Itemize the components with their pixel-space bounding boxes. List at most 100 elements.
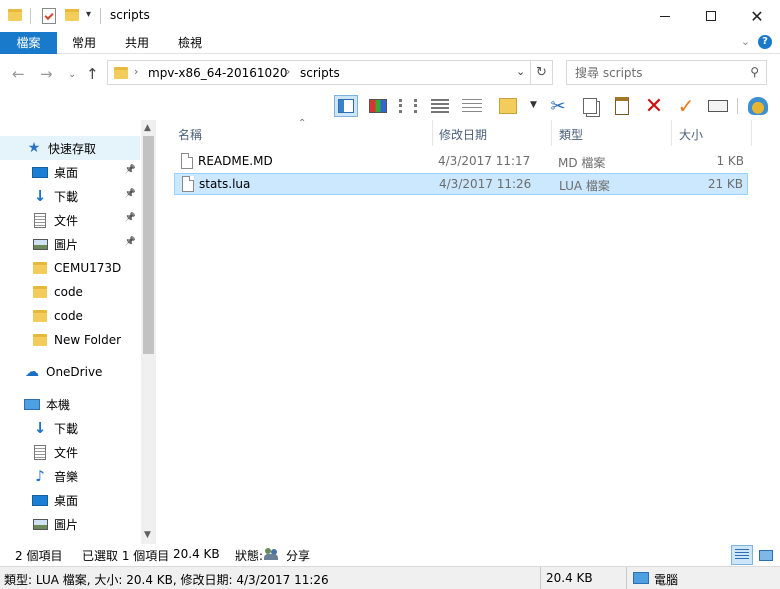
chevron-right-icon[interactable]: › bbox=[286, 65, 290, 78]
expand-ribbon-icon[interactable]: ⌄ bbox=[741, 35, 750, 48]
scrollbar-thumb[interactable] bbox=[143, 136, 154, 354]
paste-icon bbox=[615, 97, 629, 115]
folder-icon bbox=[32, 332, 48, 348]
nav-scrollbar[interactable]: ▲ ▼ bbox=[141, 120, 156, 544]
nav-item[interactable]: code bbox=[0, 304, 140, 328]
nav-item[interactable]: ↓ 下載 bbox=[0, 416, 140, 440]
details-view-toggle[interactable] bbox=[731, 545, 753, 565]
shell-button[interactable] bbox=[746, 95, 770, 117]
maximize-button[interactable] bbox=[688, 0, 734, 32]
cloud-icon: ☁ bbox=[25, 364, 39, 380]
large-icons-toggle[interactable] bbox=[755, 545, 777, 565]
large-icons-icon bbox=[759, 549, 773, 561]
nav-item[interactable]: 文件 📌 bbox=[0, 208, 140, 232]
nav-item[interactable]: 圖片 📌 bbox=[0, 232, 140, 256]
column-header-name[interactable]: 名稱 bbox=[178, 126, 202, 144]
up-arrow-icon[interactable]: ↑ bbox=[86, 65, 99, 83]
tab-share[interactable]: 共用 bbox=[110, 32, 164, 54]
properties-icon[interactable] bbox=[42, 8, 56, 24]
pin-icon[interactable]: 📌 bbox=[125, 165, 136, 175]
search-icon[interactable]: ⚲ bbox=[750, 65, 759, 79]
cut-button[interactable]: ✂ bbox=[546, 95, 570, 117]
forward-arrow-icon[interactable]: → bbox=[40, 65, 53, 83]
recent-locations-icon[interactable]: ⌄ bbox=[68, 69, 76, 80]
new-folder-icon[interactable] bbox=[65, 9, 79, 21]
nav-label: 桌面 bbox=[54, 493, 79, 508]
window-title: scripts bbox=[110, 8, 150, 22]
nav-item[interactable]: New Folder bbox=[0, 328, 140, 352]
nav-label: 圖片 bbox=[54, 237, 79, 252]
divider bbox=[737, 98, 738, 114]
nav-item[interactable]: ↓ 下載 📌 bbox=[0, 184, 140, 208]
nav-item[interactable]: CEMU173D bbox=[0, 256, 140, 280]
nav-label: OneDrive bbox=[46, 365, 103, 379]
nav-onedrive[interactable]: ☁ OneDrive bbox=[0, 360, 140, 384]
refresh-button[interactable]: ↻ bbox=[531, 60, 553, 85]
column-separator[interactable] bbox=[671, 120, 672, 146]
tiles-icon bbox=[399, 99, 417, 113]
title-bar: ▾ scripts ✕ bbox=[0, 0, 780, 32]
tab-view[interactable]: 檢視 bbox=[163, 32, 217, 54]
close-button[interactable]: ✕ bbox=[734, 0, 780, 32]
folder-options-icon bbox=[499, 98, 517, 114]
nav-item[interactable]: 桌面 📌 bbox=[0, 160, 140, 184]
customize-quick-access-icon[interactable]: ▾ bbox=[86, 9, 91, 20]
document-icon bbox=[32, 444, 48, 460]
chevron-down-icon[interactable]: ⌄ bbox=[516, 65, 525, 78]
pin-icon[interactable]: 📌 bbox=[125, 237, 136, 247]
selected-size: 20.4 KB bbox=[173, 547, 220, 561]
properties-button[interactable]: ✓ bbox=[674, 94, 698, 118]
file-row[interactable]: README.MD 4/3/2017 11:17 MD 檔案 1 KB bbox=[174, 151, 748, 173]
scissors-icon: ✂ bbox=[550, 95, 566, 117]
breadcrumb-segment[interactable]: scripts bbox=[300, 66, 340, 80]
file-modified: 4/3/2017 11:17 bbox=[438, 154, 531, 168]
minimize-button[interactable] bbox=[642, 0, 688, 32]
search-input[interactable] bbox=[567, 61, 737, 84]
nav-quick-access[interactable]: ★ 快速存取 bbox=[0, 136, 140, 160]
nav-item[interactable]: 圖片 bbox=[0, 512, 140, 536]
rename-button[interactable] bbox=[706, 95, 730, 117]
nav-item[interactable]: 桌面 bbox=[0, 488, 140, 512]
file-name: README.MD bbox=[198, 154, 273, 168]
breadcrumb-segment[interactable]: mpv-x86_64-20161020 bbox=[148, 66, 287, 80]
preview-pane-button[interactable] bbox=[334, 95, 358, 117]
pin-icon[interactable]: 📌 bbox=[125, 189, 136, 199]
column-separator[interactable] bbox=[551, 120, 552, 146]
copy-button[interactable] bbox=[578, 95, 602, 117]
dropdown-arrow-icon[interactable]: ▼ bbox=[530, 100, 537, 110]
details-view-button[interactable] bbox=[460, 95, 484, 117]
address-bar[interactable]: › mpv-x86_64-20161020 › scripts ⌄ bbox=[107, 60, 531, 85]
back-arrow-icon[interactable]: ← bbox=[12, 65, 25, 83]
help-icon[interactable]: ? bbox=[758, 35, 772, 49]
thumbnails-button[interactable] bbox=[366, 95, 390, 117]
column-separator[interactable] bbox=[432, 120, 433, 146]
tab-file[interactable]: 檔案 bbox=[0, 32, 57, 54]
scroll-down-icon[interactable]: ▼ bbox=[144, 530, 151, 540]
nav-label: 下載 bbox=[54, 189, 79, 204]
column-header-type[interactable]: 類型 bbox=[559, 126, 583, 144]
item-count: 2 個項目 bbox=[15, 549, 63, 563]
chevron-right-icon[interactable]: › bbox=[134, 65, 138, 78]
folder-icon bbox=[32, 284, 48, 300]
column-header-size[interactable]: 大小 bbox=[679, 126, 703, 144]
search-box[interactable]: ⚲ bbox=[566, 60, 767, 85]
maximize-icon bbox=[706, 11, 716, 21]
paste-button[interactable] bbox=[610, 95, 634, 117]
pin-icon[interactable]: 📌 bbox=[125, 213, 136, 223]
nav-item[interactable]: ♪ 音樂 bbox=[0, 464, 140, 488]
share-status: 分享 bbox=[286, 549, 311, 563]
nav-this-pc[interactable]: 本機 bbox=[0, 392, 140, 416]
thumbnails-icon bbox=[369, 99, 387, 113]
column-header-modified[interactable]: 修改日期 bbox=[439, 126, 487, 144]
delete-button[interactable]: ✕ bbox=[642, 94, 666, 119]
column-separator[interactable] bbox=[751, 120, 752, 146]
scroll-up-icon[interactable]: ▲ bbox=[144, 123, 151, 133]
nav-item[interactable]: code bbox=[0, 280, 140, 304]
nav-label: CEMU173D bbox=[54, 261, 122, 275]
nav-item[interactable]: 文件 bbox=[0, 440, 140, 464]
tab-home[interactable]: 常用 bbox=[57, 32, 111, 54]
list-view-button[interactable] bbox=[428, 95, 452, 117]
tiles-view-button[interactable] bbox=[396, 95, 420, 117]
file-row[interactable]: stats.lua 4/3/2017 11:26 LUA 檔案 21 KB bbox=[174, 173, 748, 195]
group-by-button[interactable] bbox=[496, 95, 520, 117]
